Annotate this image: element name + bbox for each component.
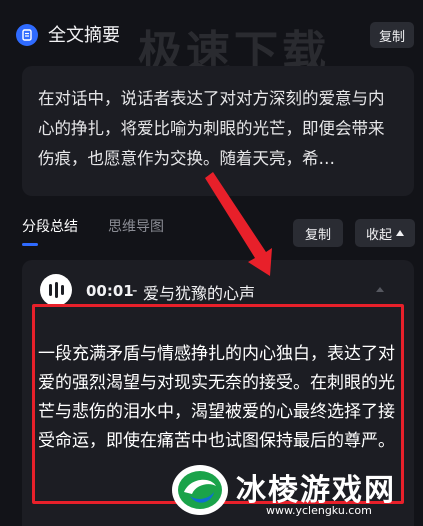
summary-header: 全文摘要 极速下载 [0,0,423,78]
page-title: 全文摘要 [48,25,120,46]
summary-text: 在对话中，说话者表达了对对方深刻的爱意与内心的挣扎，将爱比喻为刺眼的光芒，即便会… [38,89,385,168]
segment-title: 爱与犹豫的心声 [143,284,256,303]
audio-bars-icon [48,284,52,296]
segment-separator: - [132,281,138,299]
site-emblem-icon [170,462,230,518]
collapse-label: 收起 [365,227,392,243]
segment-timestamp: 00:01 [86,282,134,300]
copy-summary-button[interactable]: 复制 [370,22,414,48]
collapse-button[interactable]: 收起 [355,219,415,247]
audio-bars-icon-bar [60,285,64,295]
audio-bars-icon-bar [54,282,58,298]
document-icon [16,24,38,46]
chevron-up-icon[interactable] [376,287,384,292]
tab-mind-map[interactable]: 思维导图 [108,216,164,236]
site-logo-name: 冰棱游戏网 [236,473,396,508]
active-tab-indicator [22,243,38,246]
site-logo: 冰棱游戏网 www.yclengku.com [170,462,410,522]
tab-segment-summary[interactable]: 分段总结 [22,216,78,236]
site-logo-url: www.yclengku.com [266,504,372,517]
copy-segment-button[interactable]: 复制 [293,219,343,247]
caret-up-icon [396,230,404,236]
audio-play-button[interactable] [40,274,72,306]
summary-card: 在对话中，说话者表达了对对方深刻的爱意与内心的挣扎，将爱比喻为刺眼的光芒，即便会… [22,66,414,196]
segment-text: 一段充满矛盾与情感挣扎的内心独白，表达了对爱的强烈渴望与对现实无奈的接受。在刺眼… [38,344,395,451]
